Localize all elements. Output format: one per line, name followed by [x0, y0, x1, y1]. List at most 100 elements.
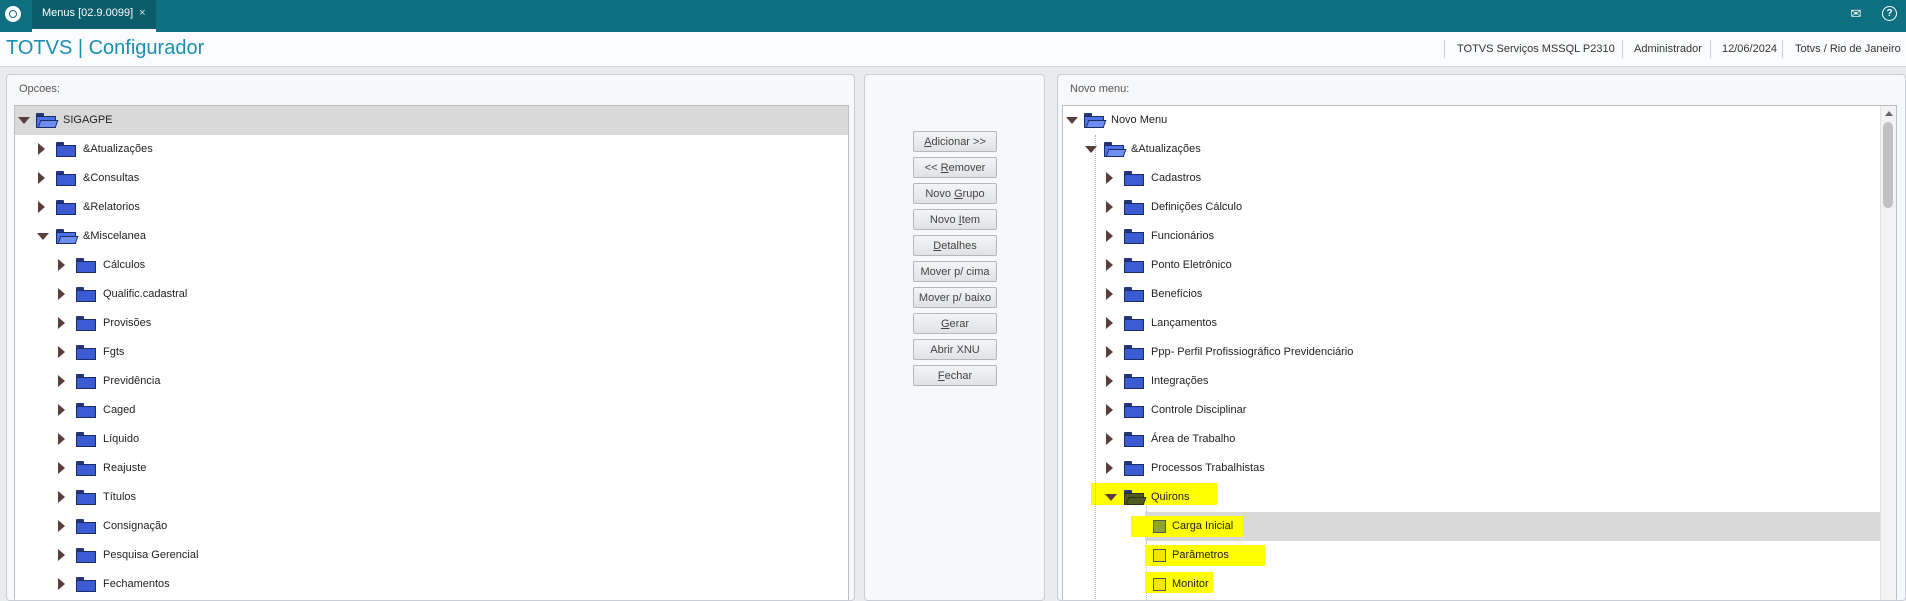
expand-icon[interactable] [1106, 404, 1113, 416]
tree-node[interactable]: Ppp- Perfil Profissiográfico Previdenciá… [1063, 338, 1896, 367]
tree-node-root[interactable]: Novo Menu [1063, 106, 1896, 135]
expand-icon[interactable] [1106, 317, 1113, 329]
collapse-icon[interactable] [37, 233, 49, 240]
tree-node-label: Qualific.cadastral [103, 288, 188, 300]
add-button[interactable]: Adicionar >> [913, 131, 997, 152]
move-up-button[interactable]: Mover p/ cima [913, 261, 997, 282]
expand-icon[interactable] [58, 346, 65, 358]
expand-icon[interactable] [1106, 230, 1113, 242]
tree-node[interactable]: Controle Disciplinar [1063, 396, 1896, 425]
tree-node[interactable]: Previdência [15, 367, 848, 396]
date-label: 12/06/2024 [1722, 43, 1778, 55]
expand-icon[interactable] [58, 375, 65, 387]
vertical-scrollbar[interactable] [1880, 106, 1896, 600]
expand-icon[interactable] [1106, 433, 1113, 445]
folder-icon [76, 287, 96, 302]
expand-icon[interactable] [58, 578, 65, 590]
expand-icon[interactable] [58, 259, 65, 271]
tree-node[interactable]: Provisões [15, 309, 848, 338]
tree-node[interactable]: Área de Trabalho [1063, 425, 1896, 454]
expand-icon[interactable] [58, 433, 65, 445]
collapse-icon[interactable] [1105, 494, 1117, 501]
tree-node[interactable]: Funcionários [1063, 222, 1896, 251]
expand-icon[interactable] [58, 491, 65, 503]
tree-node[interactable]: Integrações [1063, 367, 1896, 396]
totvs-logo-icon[interactable] [5, 6, 21, 22]
tree-node[interactable]: Líquido [15, 425, 848, 454]
tree-node[interactable]: Qualific.cadastral [15, 280, 848, 309]
tree-node[interactable]: Cálculos [15, 251, 848, 280]
new-item-button[interactable]: Novo Item [913, 209, 997, 230]
collapse-icon[interactable] [1066, 117, 1078, 124]
expand-icon[interactable] [58, 317, 65, 329]
folder-icon [76, 432, 96, 447]
remove-button[interactable]: << Remover [913, 157, 997, 178]
environment-label: TOTVS Serviços MSSQL P2310 [1457, 43, 1615, 55]
tree-node[interactable]: &Atualizações [15, 135, 848, 164]
new-menu-tree[interactable]: Novo Menu &Atualizações Cadastros Defini… [1062, 105, 1897, 600]
tree-node[interactable]: &Miscelanea [15, 222, 848, 251]
tree-node[interactable]: Fgts [15, 338, 848, 367]
tree-node[interactable]: Lançamentos [1063, 309, 1896, 338]
open-xnu-button[interactable]: Abrir XNU [913, 339, 997, 360]
move-down-button[interactable]: Mover p/ baixo [913, 287, 997, 308]
close-button[interactable]: Fechar [913, 365, 997, 386]
tree-node[interactable]: Reajuste [15, 454, 848, 483]
options-tree[interactable]: SIGAGPE &Atualizações &Consultas &Relato… [14, 105, 849, 600]
tree-node[interactable]: &Relatorios [15, 193, 848, 222]
tree-node[interactable]: Cadastros [1063, 164, 1896, 193]
new-group-button[interactable]: Novo Grupo [913, 183, 997, 204]
tree-node[interactable]: Títulos [15, 483, 848, 512]
expand-icon[interactable] [1106, 346, 1113, 358]
tree-node-label: &Atualizações [1131, 143, 1201, 155]
tree-node[interactable]: Caged [15, 396, 848, 425]
tree-item[interactable]: Parâmetros [1145, 541, 1896, 570]
expand-icon[interactable] [58, 288, 65, 300]
help-icon[interactable]: ? [1882, 6, 1897, 21]
tree-node[interactable]: Processos Trabalhistas [1063, 454, 1896, 483]
tree-node[interactable]: Pesquisa Gerencial [15, 541, 848, 570]
folder-open-icon [1084, 113, 1107, 128]
generate-button[interactable]: Gerar [913, 313, 997, 334]
collapse-icon[interactable] [18, 117, 30, 124]
folder-icon [1124, 287, 1144, 302]
tree-node-root[interactable]: SIGAGPE [15, 106, 848, 135]
folder-icon [76, 519, 96, 534]
expand-icon[interactable] [1106, 288, 1113, 300]
tree-node-label: Ppp- Perfil Profissiográfico Previdenciá… [1151, 346, 1354, 358]
new-menu-label: Novo menu: [1070, 83, 1130, 95]
expand-icon[interactable] [1106, 201, 1113, 213]
collapse-icon[interactable] [1085, 146, 1097, 153]
tree-node-quirons[interactable]: Quirons [1063, 483, 1896, 512]
details-button[interactable]: Detalhes [913, 235, 997, 256]
expand-icon[interactable] [58, 404, 65, 416]
expand-icon[interactable] [1106, 259, 1113, 271]
menu-item-icon [1153, 520, 1166, 533]
tree-node[interactable]: Consignação [15, 512, 848, 541]
tree-node-label: Benefícios [1151, 288, 1203, 300]
expand-icon[interactable] [1106, 172, 1113, 184]
expand-icon[interactable] [58, 462, 65, 474]
scroll-thumb[interactable] [1883, 122, 1893, 208]
tree-node[interactable]: &Atualizações [1063, 135, 1896, 164]
folder-icon [56, 142, 76, 157]
tree-node[interactable]: Benefícios [1063, 280, 1896, 309]
tree-node[interactable]: Fechamentos [15, 570, 848, 599]
folder-open-icon [36, 113, 59, 128]
expand-icon[interactable] [58, 549, 65, 561]
tree-node[interactable]: Ponto Eletrônico [1063, 251, 1896, 280]
expand-icon[interactable] [38, 143, 45, 155]
expand-icon[interactable] [38, 172, 45, 184]
expand-icon[interactable] [1106, 375, 1113, 387]
scroll-up-icon[interactable] [1885, 111, 1893, 116]
tab-menus[interactable]: Menus [02.9.0099] × [32, 0, 156, 32]
tab-close-icon[interactable]: × [139, 7, 145, 19]
expand-icon[interactable] [1106, 462, 1113, 474]
tree-node[interactable]: &Consultas [15, 164, 848, 193]
tree-item[interactable]: Monitor [1145, 570, 1896, 599]
tree-node[interactable]: Definições Cálculo [1063, 193, 1896, 222]
expand-icon[interactable] [38, 201, 45, 213]
mail-icon[interactable]: ✉ [1848, 6, 1864, 22]
expand-icon[interactable] [58, 520, 65, 532]
tree-item-selected[interactable]: Carga Inicial [1131, 512, 1896, 541]
